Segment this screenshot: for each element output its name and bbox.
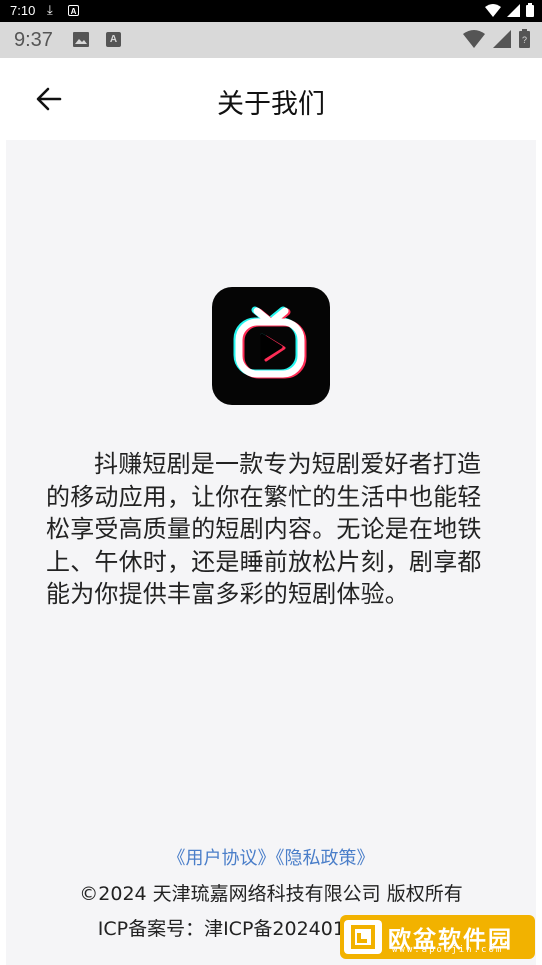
tv-play-icon [233, 306, 307, 379]
wifi-icon [463, 29, 485, 48]
copyright-text: ©2024 天津琉嘉网络科技有限公司 版权所有 [79, 883, 463, 905]
download-icon: ⤓ [47, 2, 53, 17]
watermark-url: www.apoujin.com [392, 945, 504, 955]
app-screen: 关于我们 抖赚短剧是一款专为短剧爱好者打造的移动应用，让你在繁忙的生活中也能轻松… [6, 58, 536, 965]
app-logo [212, 287, 330, 405]
wifi-icon [485, 3, 501, 17]
app-description: 抖赚短剧是一款专为短剧爱好者打造的移动应用，让你在繁忙的生活中也能轻松享受高质量… [46, 450, 482, 608]
privacy-policy-link[interactable]: 《隐私政策》 [276, 848, 375, 869]
a-icon: A [106, 32, 121, 47]
watermark-icon [344, 920, 382, 954]
signal-icon [507, 3, 520, 17]
user-agreement-link[interactable]: 《用户协议》 [168, 848, 276, 869]
image-icon [73, 32, 89, 47]
watermark-logo: 欧盆软件园 www.apoujin.com [340, 915, 535, 959]
signal-icon [493, 29, 511, 48]
policy-links: 《用户协议》《隐私政策》 [6, 844, 536, 870]
page-title: 关于我们 [217, 89, 325, 120]
device-status-bar: 9:37 A ? [0, 22, 542, 58]
battery-icon [526, 3, 534, 17]
status-time: 7:10 [10, 3, 36, 18]
a-icon: A [68, 5, 79, 16]
device-time: 9:37 [14, 29, 53, 51]
app-bar: 关于我们 [6, 58, 536, 140]
battery-icon: ? [519, 29, 530, 48]
system-status-bar: 7:10 ⤓ A [0, 0, 542, 22]
svg-text:?: ? [522, 35, 527, 45]
